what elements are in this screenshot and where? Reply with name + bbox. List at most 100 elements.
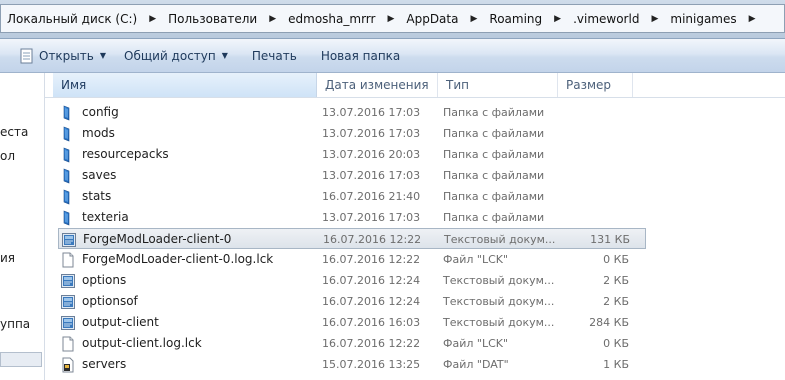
file-name-cell[interactable]: config [60, 102, 119, 123]
file-size: 2 КБ [603, 274, 629, 287]
text-document-icon [61, 232, 77, 248]
file-name: texteria [82, 210, 129, 224]
file-name: config [82, 105, 119, 119]
file-date: 16.07.2016 12:22 [322, 337, 421, 350]
file-size: 1 КБ [603, 358, 629, 371]
folder-icon [60, 189, 76, 205]
file-name: saves [82, 168, 117, 182]
column-header-type[interactable]: Тип [438, 73, 558, 97]
file-row[interactable]: texteria 13.07.2016 17:03 Папка с файлами [45, 207, 785, 228]
breadcrumb-item[interactable]: Пользователи [162, 12, 263, 26]
column-header-name[interactable]: Имя [53, 73, 317, 97]
nav-item-label[interactable]: еста [0, 125, 28, 139]
blank-file-icon [60, 252, 76, 268]
breadcrumb-item[interactable]: AppData [400, 12, 464, 26]
folder-icon [60, 210, 76, 226]
file-size: 0 КБ [603, 253, 629, 266]
file-date: 16.07.2016 21:40 [322, 190, 421, 203]
nav-item-label[interactable]: ол [0, 149, 15, 163]
breadcrumb-separator-icon[interactable]: ▶ [645, 14, 664, 24]
address-bar: Локальный диск (C:) ▶ Пользователи ▶ edm… [0, 0, 785, 39]
file-name-cell[interactable]: mods [60, 123, 115, 144]
file-name: ForgeModLoader-client-0.log.lck [82, 252, 274, 266]
file-name-cell[interactable]: servers [60, 354, 126, 375]
file-list: config 13.07.2016 17:03 Папка с файлами mod… [45, 102, 785, 375]
file-row[interactable]: output-client 16.07.2016 16:03 Текстовый д… [45, 312, 785, 333]
file-name-cell[interactable]: stats [60, 186, 111, 207]
breadcrumb-separator-icon[interactable]: ▶ [743, 14, 762, 24]
nav-item-label[interactable]: ия [0, 251, 15, 265]
file-name: servers [82, 357, 127, 371]
column-header: Имя Дата изменения Тип Размер [45, 73, 785, 98]
file-date: 16.07.2016 12:22 [323, 233, 422, 246]
breadcrumb-separator-icon[interactable]: ▶ [548, 14, 567, 24]
file-type: Текстовый докум... [443, 316, 555, 329]
file-size [557, 144, 629, 165]
file-date: 16.07.2016 12:24 [322, 274, 421, 287]
file-size [557, 207, 629, 228]
file-type: Текстовый докум... [443, 295, 555, 308]
file-type: Файл "LCK" [443, 253, 509, 266]
file-name-cell[interactable]: optionsof [60, 291, 138, 312]
file-row[interactable]: servers 15.07.2016 13:25 Файл "DAT" 1 КБ [45, 354, 785, 375]
column-header-date[interactable]: Дата изменения [317, 73, 438, 97]
file-date: 16.07.2016 12:24 [322, 295, 421, 308]
file-name: output-client [82, 315, 159, 329]
open-file-icon [20, 48, 33, 63]
print-button[interactable]: Печать [243, 44, 306, 68]
file-row[interactable]: config 13.07.2016 17:03 Папка с файлами [45, 102, 785, 123]
file-row[interactable]: options 16.07.2016 12:24 Текстовый докум..… [45, 270, 785, 291]
breadcrumb-item[interactable]: .vimeworld [567, 12, 645, 26]
breadcrumb-separator-icon[interactable]: ▶ [263, 14, 282, 24]
file-name-cell[interactable]: output-client [60, 312, 159, 333]
file-size: 284 КБ [589, 316, 629, 329]
file-name-cell[interactable]: texteria [60, 207, 129, 228]
file-row[interactable]: output-client.log.lck 16.07.2016 12:22 Фай… [45, 333, 785, 354]
file-name: options [82, 273, 127, 287]
file-name-cell[interactable]: resourcepacks [60, 144, 169, 165]
file-type: Папка с файлами [443, 190, 545, 203]
file-type: Текстовый докум... [443, 274, 555, 287]
breadcrumb-separator-icon[interactable]: ▶ [381, 14, 400, 24]
breadcrumb-item[interactable]: edmosha_mrrr [282, 12, 381, 26]
chevron-down-icon: ▼ [99, 51, 106, 60]
breadcrumb-separator-icon[interactable]: ▶ [464, 14, 483, 24]
file-type: Текстовый докум... [444, 233, 556, 246]
dat-file-icon [60, 357, 76, 373]
file-name-cell[interactable]: ForgeModLoader-client-0 [61, 229, 231, 250]
breadcrumb-item[interactable]: Roaming [483, 12, 548, 26]
file-name: stats [82, 189, 112, 203]
file-name-cell[interactable]: options [60, 270, 126, 291]
breadcrumb-separator-icon[interactable]: ▶ [143, 14, 162, 24]
file-row[interactable]: optionsof 16.07.2016 12:24 Текстовый докум… [45, 291, 785, 312]
new-folder-button[interactable]: Новая папка [312, 44, 409, 68]
file-name: mods [82, 126, 115, 140]
horizontal-scrollbar[interactable] [0, 352, 42, 367]
file-type: Файл "DAT" [443, 358, 509, 371]
new-folder-label: Новая папка [320, 48, 401, 63]
file-row[interactable]: saves 13.07.2016 17:03 Папка с файлами [45, 165, 785, 186]
file-size: 131 КБ [590, 233, 630, 246]
file-size [557, 186, 629, 207]
file-date: 13.07.2016 20:03 [322, 148, 421, 161]
file-row[interactable]: mods 13.07.2016 17:03 Папка с файлами [45, 123, 785, 144]
file-size: 0 КБ [603, 337, 629, 350]
breadcrumb[interactable]: Локальный диск (C:) ▶ Пользователи ▶ edm… [0, 4, 785, 33]
open-button[interactable]: Открыть ▼ [0, 44, 115, 68]
file-row[interactable]: ForgeModLoader-client-0 16.07.2016 12:22 Т… [58, 228, 646, 249]
file-row[interactable]: resourcepacks 13.07.2016 20:03 Папка с фай… [45, 144, 785, 165]
text-document-icon [60, 273, 76, 289]
file-row[interactable]: stats 16.07.2016 21:40 Папка с файлами [45, 186, 785, 207]
share-button[interactable]: Общий доступ ▼ [115, 44, 237, 68]
breadcrumb-item[interactable]: Локальный диск (C:) [1, 12, 143, 26]
chevron-down-icon: ▼ [221, 51, 228, 60]
breadcrumb-item[interactable]: minigames [664, 12, 742, 26]
file-name-cell[interactable]: saves [60, 165, 116, 186]
file-row[interactable]: ForgeModLoader-client-0.log.lck 16.07.201… [45, 249, 785, 270]
column-header-size[interactable]: Размер [558, 73, 633, 97]
nav-item-label[interactable]: уппа [0, 317, 30, 331]
open-label: Открыть [39, 48, 94, 63]
file-name-cell[interactable]: ForgeModLoader-client-0.log.lck [60, 249, 273, 270]
folder-icon [60, 147, 76, 163]
file-name-cell[interactable]: output-client.log.lck [60, 333, 202, 354]
